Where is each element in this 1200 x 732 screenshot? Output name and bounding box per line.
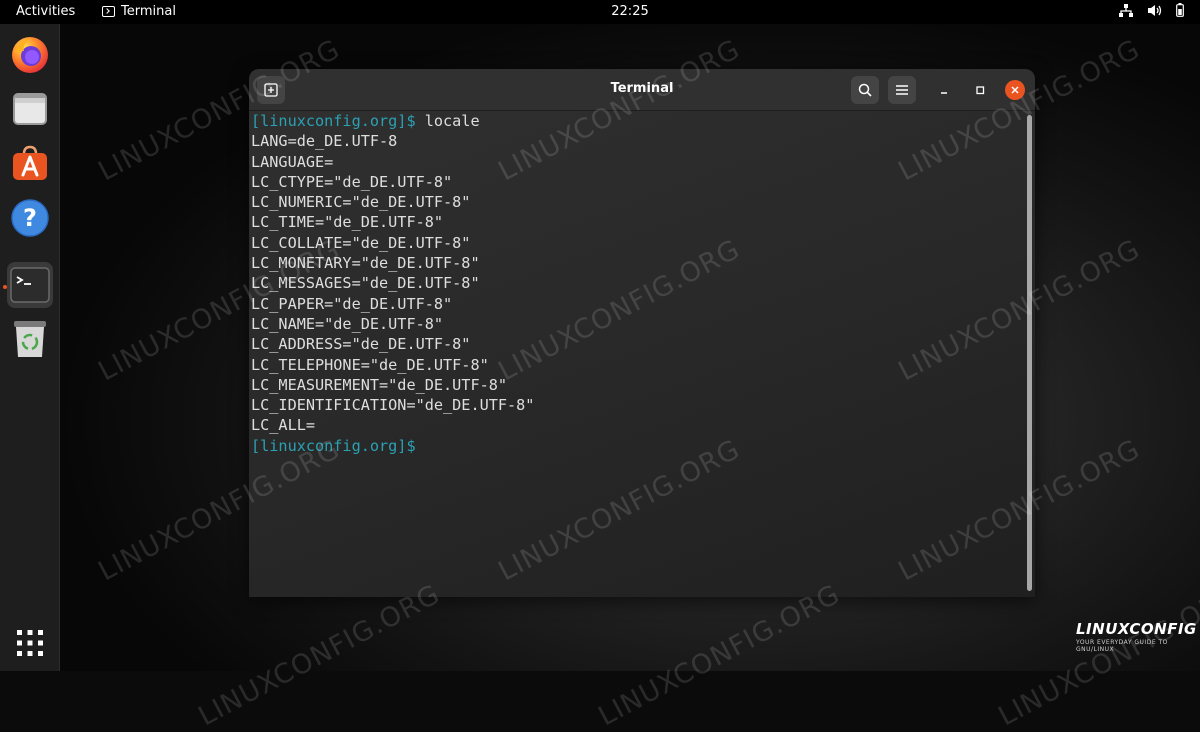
terminal-line-text: LANG=de_DE.UTF-8 bbox=[251, 132, 398, 151]
clock[interactable]: 22:25 bbox=[0, 4, 1200, 19]
terminal-line: LC_NAME="de_DE.UTF-8" bbox=[251, 314, 534, 334]
shell-prompt: [linuxconfig.org]$ bbox=[251, 112, 416, 130]
terminal-line: LANG=de_DE.UTF-8 bbox=[251, 131, 534, 151]
terminal-line-text: LC_ALL= bbox=[251, 416, 316, 435]
terminal-line: LC_TELEPHONE="de_DE.UTF-8" bbox=[251, 355, 534, 375]
logo-tagline: YOUR EVERYDAY GUIDE TO GNU/LINUX bbox=[1076, 639, 1168, 653]
terminal-line: LC_MESSAGES="de_DE.UTF-8" bbox=[251, 273, 534, 293]
terminal-body[interactable]: [linuxconfig.org]$ locale LANG=de_DE.UTF-… bbox=[249, 111, 1035, 597]
software-icon bbox=[13, 145, 47, 180]
dock-item-files[interactable] bbox=[7, 86, 53, 132]
menu-button[interactable] bbox=[888, 76, 916, 104]
terminal-line: LC_NUMERIC="de_DE.UTF-8" bbox=[251, 192, 534, 212]
search-icon bbox=[858, 83, 872, 97]
volume-icon bbox=[1148, 4, 1162, 16]
maximize-icon bbox=[976, 86, 985, 95]
terminal-line: LC_PAPER="de_DE.UTF-8" bbox=[251, 294, 534, 314]
scrollbar[interactable] bbox=[1027, 115, 1032, 591]
terminal-line: LC_MEASUREMENT="de_DE.UTF-8" bbox=[251, 375, 534, 395]
dock-item-trash[interactable] bbox=[7, 316, 53, 362]
dock-item-firefox[interactable] bbox=[7, 32, 53, 78]
system-tray[interactable] bbox=[1119, 3, 1184, 17]
dock-item-help[interactable]: ? bbox=[7, 195, 53, 241]
terminal-icon bbox=[10, 267, 50, 303]
terminal-line-text: LC_IDENTIFICATION="de_DE.UTF-8" bbox=[251, 396, 535, 415]
terminal-titlebar[interactable]: Terminal bbox=[249, 69, 1035, 111]
search-button[interactable] bbox=[851, 76, 879, 104]
terminal-line-text: LC_CTYPE="de_DE.UTF-8" bbox=[251, 172, 453, 191]
terminal-line: LANGUAGE= bbox=[251, 152, 534, 172]
terminal-line: LC_IDENTIFICATION="de_DE.UTF-8" bbox=[251, 395, 534, 415]
terminal-line-text: LC_COLLATE="de_DE.UTF-8" bbox=[251, 233, 471, 252]
terminal-line-text: LC_NUMERIC="de_DE.UTF-8" bbox=[251, 193, 471, 212]
dock-item-software[interactable] bbox=[7, 140, 53, 186]
dock-item-show-apps[interactable] bbox=[7, 620, 53, 666]
terminal-line-text: LC_TIME="de_DE.UTF-8" bbox=[251, 213, 444, 232]
terminal-line: LC_ADDRESS="de_DE.UTF-8" bbox=[251, 334, 534, 354]
trash-icon bbox=[14, 321, 46, 357]
terminal-window[interactable]: Terminal [linuxconfig.org]$ locale LANG=… bbox=[249, 69, 1035, 597]
terminal-line-text: LC_PAPER="de_DE.UTF-8" bbox=[251, 294, 453, 313]
terminal-line: LC_CTYPE="de_DE.UTF-8" bbox=[251, 172, 534, 192]
terminal-line-text: LC_MEASUREMENT="de_DE.UTF-8" bbox=[251, 375, 508, 394]
dock-item-terminal[interactable] bbox=[7, 262, 53, 308]
terminal-line: [linuxconfig.org]$ locale bbox=[251, 111, 534, 131]
files-icon bbox=[13, 93, 47, 125]
maximize-button[interactable] bbox=[970, 80, 990, 100]
dock: ? bbox=[0, 24, 60, 671]
hamburger-icon bbox=[896, 85, 908, 95]
terminal-line-text: LC_ADDRESS="de_DE.UTF-8" bbox=[251, 335, 471, 354]
show-apps-icon bbox=[17, 630, 43, 656]
terminal-line: LC_COLLATE="de_DE.UTF-8" bbox=[251, 233, 534, 253]
svg-text:?: ? bbox=[23, 204, 37, 232]
terminal-line-text: LC_MESSAGES="de_DE.UTF-8" bbox=[251, 274, 480, 293]
top-bar: Activities Terminal 22:25 bbox=[0, 0, 1200, 24]
close-icon bbox=[1011, 86, 1019, 94]
terminal-line-text: LC_MONETARY="de_DE.UTF-8" bbox=[251, 254, 480, 273]
close-button[interactable] bbox=[1005, 80, 1025, 100]
logo-text: LINUXCONFIG bbox=[1076, 620, 1197, 638]
firefox-icon bbox=[12, 37, 48, 73]
minimize-button[interactable] bbox=[934, 80, 954, 100]
network-icon bbox=[1119, 3, 1133, 17]
terminal-line-text: LC_NAME="de_DE.UTF-8" bbox=[251, 314, 444, 333]
terminal-line-text: LC_TELEPHONE="de_DE.UTF-8" bbox=[251, 355, 489, 374]
terminal-line-text: LANGUAGE= bbox=[251, 152, 334, 171]
terminal-line: [linuxconfig.org]$ bbox=[251, 436, 534, 456]
terminal-output[interactable]: [linuxconfig.org]$ locale LANG=de_DE.UTF-… bbox=[251, 111, 534, 456]
minimize-icon bbox=[941, 92, 947, 94]
terminal-line-text: locale bbox=[415, 112, 480, 130]
shell-prompt: [linuxconfig.org]$ bbox=[251, 436, 416, 455]
terminal-line: LC_ALL= bbox=[251, 415, 534, 435]
linuxconfig-logo: LINUXCONFIG YOUR EVERYDAY GUIDE TO GNU/L… bbox=[1076, 620, 1197, 653]
battery-icon bbox=[1176, 3, 1184, 17]
terminal-line: LC_MONETARY="de_DE.UTF-8" bbox=[251, 253, 534, 273]
window-title: Terminal bbox=[610, 81, 674, 96]
terminal-line: LC_TIME="de_DE.UTF-8" bbox=[251, 212, 534, 232]
help-icon: ? bbox=[11, 199, 49, 237]
